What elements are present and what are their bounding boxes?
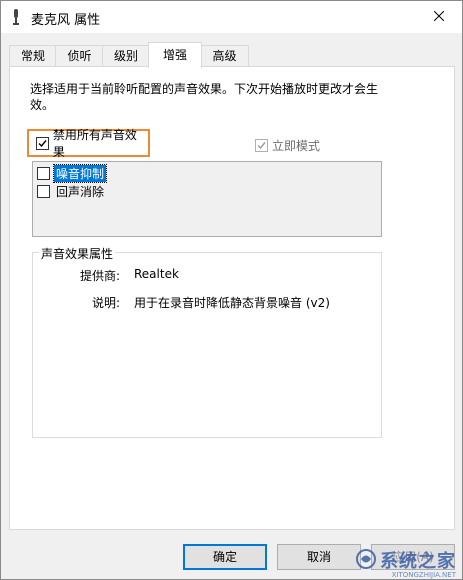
provider-label: 提供商:: [79, 269, 120, 283]
watermark-logo-icon: [356, 548, 376, 572]
checkbox-unchecked[interactable]: [37, 167, 50, 180]
tab-listen[interactable]: 侦听: [55, 45, 104, 67]
close-button[interactable]: [416, 1, 462, 33]
disable-all-effects-checkbox[interactable]: 禁用所有声音效果: [27, 128, 150, 159]
tab-general[interactable]: 常规: [9, 45, 57, 67]
tab-enhancements[interactable]: 增强: [148, 42, 202, 68]
effect-label: 噪音抑制: [52, 164, 108, 183]
tab-levels[interactable]: 级别: [102, 45, 150, 67]
watermark: 系统之家: [356, 547, 456, 573]
checkbox-checked-disabled[interactable]: [255, 139, 268, 152]
checkbox-unchecked[interactable]: [37, 185, 50, 198]
group-title: 声音效果属性: [39, 245, 116, 262]
checkbox-checked[interactable]: [36, 136, 49, 150]
provider-value: Realtek: [134, 267, 179, 281]
ok-button[interactable]: 确定: [183, 544, 267, 570]
effects-list[interactable]: 噪音抑制 回声消除: [32, 161, 382, 237]
effect-item-echo-cancellation[interactable]: 回声消除: [37, 183, 106, 200]
effect-item-noise-suppression[interactable]: 噪音抑制: [37, 164, 108, 183]
properties-window: 麦克风 属性 常规 侦听 级别 增强 高级 选择适用于当前聆听配置的声音效果。下…: [0, 0, 463, 580]
close-icon: [433, 10, 445, 24]
enhancements-panel: 选择适用于当前聆听配置的声音效果。下次开始播放时更改才会生效。 禁用所有声音效果…: [9, 66, 455, 530]
effect-label: 回声消除: [56, 185, 105, 199]
panel-description: 选择适用于当前聆听配置的声音效果。下次开始播放时更改才会生效。: [30, 82, 379, 112]
microphone-icon: [11, 9, 21, 25]
tab-advanced[interactable]: 高级: [200, 45, 249, 67]
title-bar[interactable]: 麦克风 属性: [1, 1, 462, 33]
cancel-button[interactable]: 取消: [277, 544, 361, 570]
description-value: 用于在录音时降低静态背景噪音 (v2): [134, 296, 330, 310]
description-label: 说明:: [91, 296, 120, 310]
window-title: 麦克风 属性: [31, 13, 101, 28]
immediate-mode-label: 立即模式: [272, 139, 321, 153]
immediate-mode-checkbox[interactable]: 立即模式: [255, 137, 320, 154]
watermark-url: XITONGZHIJIA.NET: [391, 571, 456, 579]
disable-all-effects-label: 禁用所有声音效果: [52, 128, 137, 159]
effect-properties-group: 声音效果属性 提供商: Realtek 说明: 用于在录音时降低静态背景噪音 (…: [32, 245, 382, 438]
watermark-text: 系统之家: [380, 551, 456, 572]
